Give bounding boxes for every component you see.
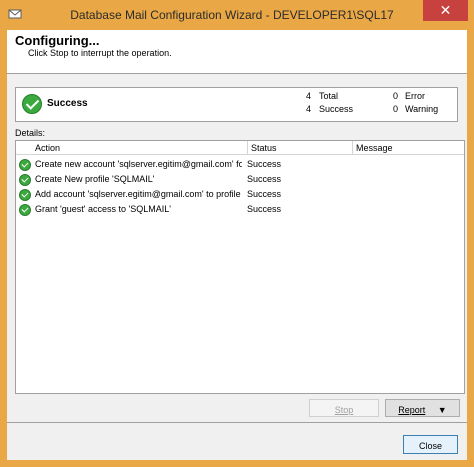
success-check-icon bbox=[22, 94, 42, 114]
row-action: Create New profile 'SQLMAIL' bbox=[35, 174, 155, 184]
stop-button-label: Stop bbox=[334, 405, 354, 415]
total-label: Total bbox=[319, 91, 339, 101]
success-check-icon bbox=[19, 159, 31, 171]
report-button-label: Report bbox=[398, 405, 426, 415]
title-bar[interactable]: Database Mail Configuration Wizard - DEV… bbox=[0, 0, 474, 30]
row-action: Grant 'guest' access to 'SQLMAIL' bbox=[35, 204, 171, 214]
error-label: Error bbox=[405, 91, 425, 101]
success-check-icon bbox=[19, 189, 31, 201]
close-button-label: Close bbox=[418, 441, 442, 451]
warning-count: 0 bbox=[393, 104, 399, 114]
dropdown-arrow-icon: ▼ bbox=[437, 405, 447, 415]
wizard-window: Database Mail Configuration Wizard - DEV… bbox=[0, 0, 474, 467]
warning-label: Warning bbox=[405, 104, 439, 114]
column-header-action[interactable]: Action bbox=[16, 141, 247, 155]
window-title: Database Mail Configuration Wizard - DEV… bbox=[70, 8, 394, 22]
row-status: Success bbox=[247, 204, 282, 214]
row-action: Create new account 'sqlserver.egitim@gma… bbox=[35, 159, 242, 169]
success-check-icon bbox=[19, 174, 31, 186]
details-grid[interactable]: Action Status Message Create new account… bbox=[15, 140, 465, 394]
summary-status: Success bbox=[47, 98, 88, 109]
column-header-message[interactable]: Message bbox=[352, 141, 464, 155]
window-close-button[interactable]: ✕ bbox=[423, 0, 468, 21]
close-icon: ✕ bbox=[439, 2, 452, 18]
row-status: Success bbox=[247, 174, 282, 184]
stop-button[interactable]: Stop bbox=[309, 399, 379, 417]
wizard-client-area: Configuring... Click Stop to interrupt t… bbox=[7, 30, 467, 460]
page-title: Configuring... bbox=[15, 33, 100, 48]
row-action: Add account 'sqlserver.egitim@gmail.com'… bbox=[35, 189, 242, 199]
table-row[interactable]: Grant 'guest' access to 'SQLMAIL' Succes… bbox=[16, 202, 464, 217]
footer-separator bbox=[7, 422, 467, 423]
table-row[interactable]: Create New profile 'SQLMAIL' Success bbox=[16, 172, 464, 187]
row-status: Success bbox=[247, 159, 282, 169]
report-button[interactable]: Report ▼ bbox=[385, 399, 460, 417]
row-status: Success bbox=[247, 189, 282, 199]
success-count: 4 bbox=[306, 104, 312, 114]
close-button[interactable]: Close bbox=[403, 435, 458, 454]
summary-panel: Success 4 Total 4 Success 0 Error 0 Warn… bbox=[15, 87, 458, 122]
table-row[interactable]: Create new account 'sqlserver.egitim@gma… bbox=[16, 157, 464, 172]
success-check-icon bbox=[19, 204, 31, 216]
success-label: Success bbox=[319, 104, 354, 114]
error-count: 0 bbox=[393, 91, 399, 101]
column-header-status[interactable]: Status bbox=[247, 141, 352, 155]
page-subtitle: Click Stop to interrupt the operation. bbox=[28, 48, 172, 58]
details-label: Details: bbox=[15, 128, 46, 138]
table-row[interactable]: Add account 'sqlserver.egitim@gmail.com'… bbox=[16, 187, 464, 202]
total-count: 4 bbox=[306, 91, 312, 101]
wizard-header: Configuring... Click Stop to interrupt t… bbox=[7, 30, 467, 74]
